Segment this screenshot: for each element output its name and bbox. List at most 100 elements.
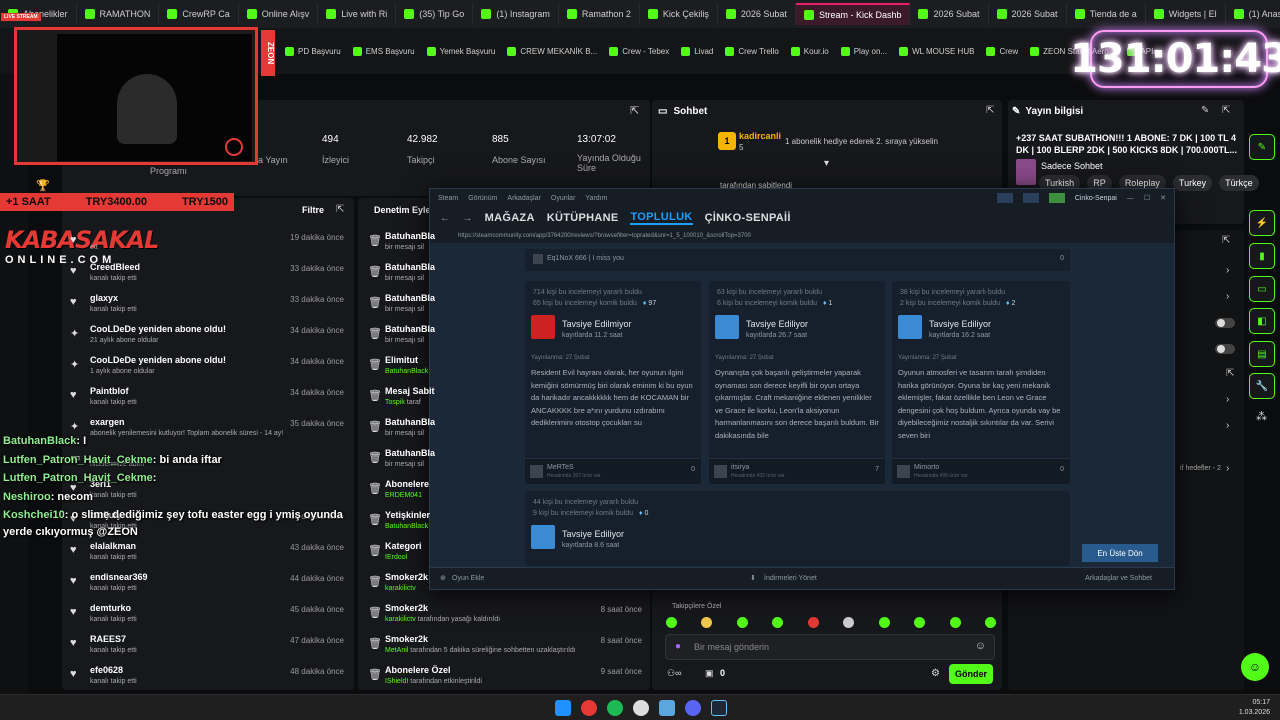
emote-icon[interactable] (914, 617, 926, 628)
moderation-row[interactable]: 🗑 BatuhanBla bir mesajı sil (360, 321, 650, 352)
send-button[interactable]: Gönder (949, 664, 993, 684)
moderation-row[interactable]: 🗑 Abonelere Özel IShieldI tarafından etkin… (360, 662, 650, 693)
notification-icon[interactable] (1048, 193, 1065, 203)
obs-icon[interactable] (633, 700, 649, 716)
activity-row[interactable]: ♥ efe0628 kanalı takip etti 48 dakika önce (62, 662, 352, 693)
expand-stats-icon[interactable]: ⇱ (630, 104, 639, 117)
moderation-row[interactable]: 🗑 Kategori IErdool (360, 538, 650, 569)
mod-user[interactable]: IErdool (385, 554, 407, 561)
bookmark-item[interactable]: EMS Başvuru (352, 46, 415, 56)
browser-tab[interactable]: Stream - Kick Dashb (795, 3, 911, 25)
maximize-icon[interactable]: ☐ (1144, 194, 1150, 202)
bookmark-item[interactable]: Kour.io (790, 46, 829, 56)
activity-row[interactable]: ♥ glaxyx kanalı takip etti 33 dakika önce (62, 290, 352, 321)
chevron-right-icon[interactable]: › (1226, 265, 1229, 276)
activity-row[interactable]: ✦ CooLDeDe yeniden abone oldu! 1 aylık abo… (62, 352, 352, 383)
collapse-chevron-icon[interactable]: ▾ (824, 158, 829, 169)
review-verdict[interactable]: Tavsiye Ediliyor (929, 319, 991, 329)
emote-icon[interactable] (878, 617, 890, 628)
bookmark-item[interactable]: Crew Trello (725, 46, 779, 56)
clip-button[interactable]: ▮ (1249, 243, 1275, 269)
review-author[interactable]: itsirya Hesabında 432 ürün var 7 (709, 458, 885, 484)
users-icon[interactable]: ⁂ (1256, 410, 1267, 423)
mod-user[interactable]: IShieldI (385, 678, 408, 685)
bookmark-item[interactable]: WL MOUSE HUB (899, 46, 974, 56)
award-icon[interactable]: ♦ 1 (823, 300, 832, 307)
filter-button[interactable]: Filtre (302, 205, 324, 215)
close-icon[interactable]: ✕ (1160, 194, 1166, 202)
chevron-right-icon[interactable]: › (1226, 291, 1229, 302)
back-arrow-icon[interactable]: ← (440, 213, 450, 224)
nav-profile[interactable]: ÇİNKO-SENPAİİ (705, 212, 791, 224)
steam-menu-item[interactable]: Görünüm (468, 195, 497, 202)
mod-user[interactable]: karakilictv (385, 585, 416, 592)
activity-row[interactable]: ♥ demturko kanalı takip etti 45 dakika önce (62, 600, 352, 631)
mod-user[interactable]: karakilictv (385, 616, 416, 623)
expand-info-icon[interactable]: ⇱ (1222, 105, 1230, 116)
ad-button[interactable]: ◧ (1249, 308, 1275, 334)
edit-info-icon[interactable]: ✎ (1201, 105, 1209, 116)
browser-tab[interactable]: (1) Instagram (473, 3, 559, 25)
back-to-top-button[interactable]: En Üste Dön (1082, 544, 1158, 562)
emote-icon[interactable] (843, 617, 855, 628)
bookmark-item[interactable]: Crew (986, 46, 1018, 56)
toggle-switch[interactable] (1215, 318, 1235, 328)
chat-input-box[interactable]: ● Bir mesaj gönderin ☺ (665, 634, 995, 660)
review-comment-count[interactable]: 0 (1060, 466, 1064, 473)
mod-user[interactable]: BatuhanBlack (385, 368, 428, 375)
downloads-icon[interactable]: ⬇ (750, 574, 756, 582)
browser-tab[interactable]: Kick Çekiliş (640, 3, 718, 25)
tag-chip[interactable]: Turkey (1172, 175, 1213, 191)
bookmark-item[interactable]: Yemek Başvuru (426, 46, 495, 56)
moderation-row[interactable]: 🗑 Mesaj Sabit Tospik taraf (360, 383, 650, 414)
activity-row[interactable]: ✦ exargen abonelik yenilemesini kutluyor! … (62, 414, 352, 445)
moderation-row[interactable]: 🗑 BatuhanBla bir mesajı sil (360, 445, 650, 476)
bookmark-item[interactable]: Crew - Tebex (609, 46, 669, 56)
message-button[interactable]: ▭ (1249, 276, 1275, 302)
browser-tab[interactable]: Tienda de a (1067, 3, 1146, 25)
bookmark-item[interactable]: Play on... (840, 46, 887, 56)
emote-icon[interactable] (701, 617, 713, 628)
friends-icon[interactable] (996, 193, 1013, 203)
steam-menu-item[interactable]: Arkadaşlar (507, 195, 540, 202)
mod-user[interactable]: Tospik (385, 399, 405, 406)
moderation-row[interactable]: 🗑 Smoker2k karakilictv (360, 569, 650, 600)
emote-icon[interactable] (736, 617, 748, 628)
tools-button[interactable]: 🔧 (1249, 373, 1275, 399)
nav-community[interactable]: TOPLULUK (630, 211, 693, 225)
spotify-icon[interactable] (607, 700, 623, 716)
moderation-row[interactable]: 🗑 Smoker2k MetAnil tarafından 5 dakika sür… (360, 631, 650, 662)
browser-tab[interactable]: 2026 Subat (718, 3, 796, 25)
activity-row[interactable]: ♥ CreedBleed kanalı takip etti 33 dakika ön… (62, 259, 352, 290)
steam-menu-item[interactable]: Oyunlar (551, 195, 576, 202)
browser-tab[interactable]: 2026 Subat (910, 3, 989, 25)
moderation-row[interactable]: 🗑 BatuhanBla bir mesajı sil (360, 259, 650, 290)
stream-category[interactable]: Sadece Sohbet (1041, 161, 1103, 171)
moderation-row[interactable]: 🗑 Yetişkinler BatuhanBlack (360, 507, 650, 538)
chevron-right-icon[interactable]: › (1226, 394, 1229, 405)
discord-icon[interactable] (685, 700, 701, 716)
system-clock[interactable]: 05:17 1.03.2026 (1239, 698, 1270, 718)
minimize-icon[interactable]: — (1127, 195, 1134, 202)
steam-user-menu[interactable]: Cinko-Senpai (1075, 195, 1117, 202)
microphone-icon[interactable]: ● (675, 641, 681, 652)
opera-icon[interactable] (581, 700, 597, 716)
activity-row[interactable]: ♥ elalalkman kanalı takip etti 43 dakika ön… (62, 538, 352, 569)
chat-settings-icon[interactable]: ⚙ (931, 668, 940, 679)
manage-downloads-button[interactable]: İndirmeleri Yönet (764, 575, 817, 582)
mod-user[interactable]: ERDEM041 (385, 492, 422, 499)
bookmark-item[interactable]: Livad (681, 46, 713, 56)
nav-store[interactable]: MAĞAZA (485, 212, 535, 224)
browser-tab[interactable]: Live with Ri (318, 3, 397, 25)
explorer-icon[interactable] (659, 700, 675, 716)
moderation-row[interactable]: 🗑 Smoker2k karakilictv tarafından yasağı k… (360, 600, 650, 631)
browser-tab[interactable]: (35) Tip Go (396, 3, 474, 25)
mod-user[interactable]: MetAnil (385, 647, 408, 654)
moderation-row[interactable]: 🗑 Abonelere ERDEM041 (360, 476, 650, 507)
friends-chat-button[interactable]: Arkadaşlar ve Sohbet (1085, 575, 1152, 582)
bookmark-item[interactable]: CREW MEKANİK B... (507, 46, 597, 56)
steam-icon[interactable] (711, 700, 727, 716)
edit-button[interactable]: ✎ (1249, 134, 1275, 160)
bag-icon[interactable]: ▣ (705, 668, 714, 679)
expand-actions-icon[interactable]: ⇱ (1222, 235, 1230, 246)
